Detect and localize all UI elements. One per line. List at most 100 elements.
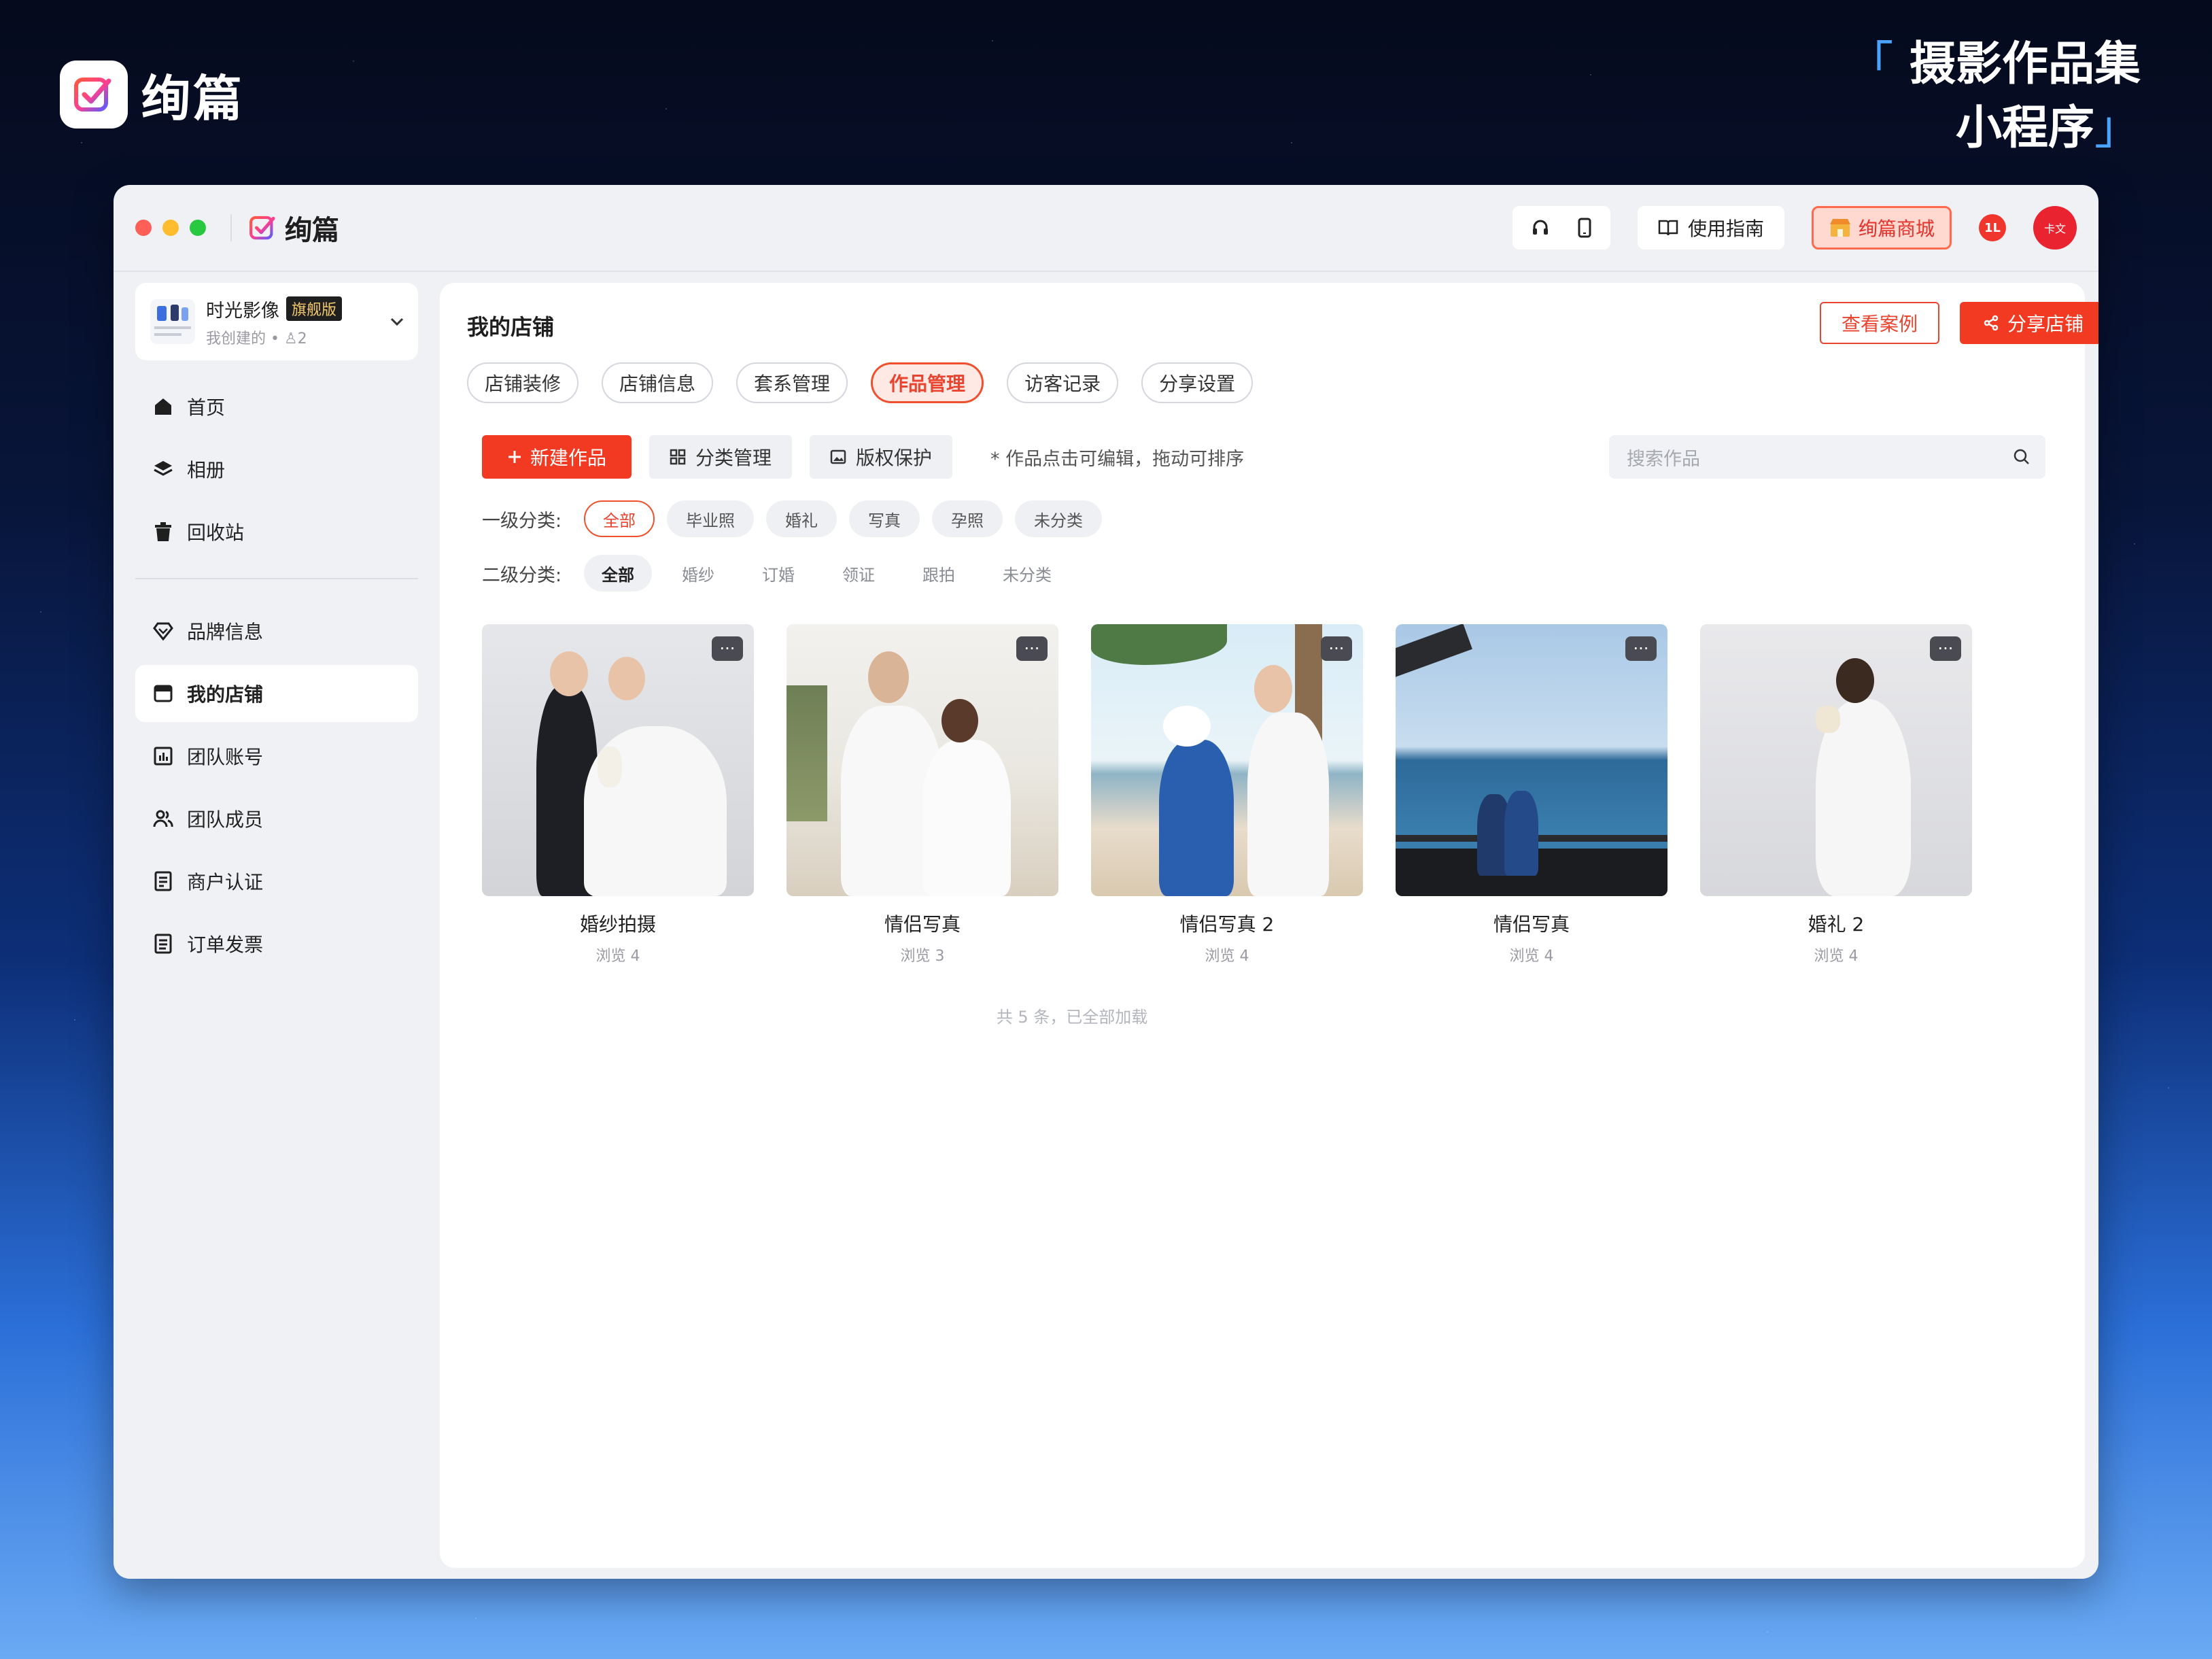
titlebar-actions: 使用指南 绚篇商城 1L 卡文 (1512, 206, 2077, 250)
sidebar-item-home[interactable]: 首页 (135, 378, 418, 435)
search-works-input[interactable]: 搜索作品 (1609, 435, 2045, 479)
secondary-chip-wedding-dress[interactable]: 婚纱 (664, 555, 732, 592)
more-options-button[interactable]: ··· (1930, 636, 1961, 661)
tab-store-decoration[interactable]: 店铺装修 (467, 362, 579, 403)
user-guide-button[interactable]: 使用指南 (1637, 206, 1784, 250)
work-card[interactable]: ··· 婚纱拍摄 浏览 4 (482, 624, 754, 965)
sidebar-item-team-account[interactable]: 团队账号 (135, 728, 418, 785)
primary-filter-label: 一级分类: (482, 510, 562, 532)
sidebar-item-trash[interactable]: 回收站 (135, 503, 418, 560)
work-card[interactable]: ··· 情侣写真 2 浏览 4 (1091, 624, 1363, 965)
tab-store-info[interactable]: 店铺信息 (602, 362, 714, 403)
close-bracket: 」 (2094, 101, 2141, 155)
tab-visitor-records[interactable]: 访客记录 (1007, 362, 1119, 403)
tab-package-management[interactable]: 套系管理 (736, 362, 848, 403)
app-logo-icon (249, 216, 275, 240)
titlebar-brand: 绚篇 (248, 208, 339, 247)
sidebar-item-team-members[interactable]: 团队成员 (135, 790, 418, 847)
minimize-window-button[interactable] (162, 220, 179, 236)
copyright-protection-button[interactable]: 版权保护 (810, 435, 953, 479)
grid-icon (670, 449, 686, 465)
work-card[interactable]: ··· 婚礼 2 浏览 4 (1700, 624, 1972, 965)
work-title: 情侣写真 (884, 913, 961, 936)
titlebar: 绚篇 使用指南 绚篇商城 1L 卡文 (114, 185, 2098, 272)
work-title: 婚礼 2 (1808, 913, 1865, 936)
tab-share-settings[interactable]: 分享设置 (1141, 362, 1254, 403)
sidebar-item-merchant-verify[interactable]: 商户认证 (135, 853, 418, 910)
titlebar-divider (230, 214, 232, 241)
work-title: 婚纱拍摄 (579, 913, 656, 936)
sidebar-item-label: 相册 (187, 459, 226, 481)
new-work-label: 新建作品 (530, 447, 606, 469)
sidebar-item-brand-info[interactable]: 品牌信息 (135, 602, 418, 660)
store-thumbnail (150, 299, 195, 344)
app-window: 绚篇 使用指南 绚篇商城 1L 卡文 时光影像 旗舰版 我创建的 • ♙2 首页… (114, 185, 2098, 1579)
secondary-chip-uncategorized[interactable]: 未分类 (985, 555, 1069, 592)
mobile-preview-icon[interactable] (1576, 218, 1593, 238)
app-name: 绚篇 (285, 215, 339, 246)
mall-button[interactable]: 绚篇商城 (1811, 206, 1952, 250)
work-photo: ··· (787, 624, 1058, 896)
primary-chip-uncategorized[interactable]: 未分类 (1015, 500, 1102, 537)
user-avatar[interactable]: 卡文 (2033, 206, 2077, 250)
sidebar-item-order-invoice[interactable]: 订单发票 (135, 915, 418, 972)
work-views: 浏览 4 (1814, 948, 1859, 965)
image-protect-icon (830, 449, 846, 464)
secondary-chip-marriage-cert[interactable]: 领证 (825, 555, 893, 592)
primary-chip-graduation[interactable]: 毕业照 (667, 500, 754, 537)
work-photo: ··· (1700, 624, 1972, 896)
support-device-group (1512, 206, 1610, 250)
store-switcher[interactable]: 时光影像 旗舰版 我创建的 • ♙2 (135, 283, 418, 360)
layers-icon (152, 458, 175, 481)
work-views: 浏览 4 (595, 948, 640, 965)
works-grid: ··· 婚纱拍摄 浏览 4 ··· 情侣写真 浏览 3 ··· 情侣写真 2 浏… (482, 624, 1972, 965)
page-title: 我的店铺 (467, 314, 555, 340)
sidebar-item-my-store[interactable]: 我的店铺 (135, 665, 418, 722)
secondary-filter-label: 二级分类: (482, 564, 562, 586)
sidebar-item-label: 团队成员 (187, 808, 264, 831)
category-management-button[interactable]: 分类管理 (649, 435, 793, 479)
sidebar-divider (135, 578, 418, 579)
store-name: 时光影像 (206, 300, 279, 322)
search-placeholder: 搜索作品 (1627, 448, 1700, 470)
primary-chip-maternity[interactable]: 孕照 (932, 500, 1003, 537)
work-views: 浏览 4 (1509, 948, 1554, 965)
shop-icon (1829, 219, 1850, 237)
tab-works-management[interactable]: 作品管理 (871, 362, 984, 403)
new-work-button[interactable]: 新建作品 (482, 435, 632, 479)
primary-chip-portrait[interactable]: 写真 (849, 500, 920, 537)
open-bracket: 「 (1847, 37, 1894, 91)
notification-badge[interactable]: 1L (1979, 214, 2006, 241)
book-icon (1658, 220, 1678, 236)
sidebar-item-label: 品牌信息 (187, 621, 264, 643)
secondary-chip-all[interactable]: 全部 (584, 555, 652, 592)
edit-hint: * 作品点击可编辑，拖动可排序 (990, 448, 1245, 470)
more-options-button[interactable]: ··· (712, 636, 743, 661)
share-store-button[interactable]: 分享店铺 (1960, 302, 2098, 344)
window-controls (135, 220, 206, 236)
brand-logo-icon (60, 60, 128, 129)
work-title: 情侣写真 2 (1179, 913, 1275, 936)
headset-icon[interactable] (1530, 218, 1551, 238)
sidebar-item-albums[interactable]: 相册 (135, 441, 418, 498)
trash-icon (152, 520, 175, 543)
secondary-chip-engagement[interactable]: 订婚 (744, 555, 812, 592)
primary-chip-wedding[interactable]: 婚礼 (766, 500, 837, 537)
work-card[interactable]: ··· 情侣写真 浏览 3 (787, 624, 1058, 965)
close-window-button[interactable] (135, 220, 152, 236)
more-options-button[interactable]: ··· (1321, 636, 1352, 661)
search-icon[interactable] (2013, 448, 2030, 466)
share-icon (1984, 315, 1999, 331)
more-options-button[interactable]: ··· (1016, 636, 1048, 661)
works-toolbar: 新建作品 分类管理 版权保护 * 作品点击可编辑，拖动可排序 (482, 435, 1244, 479)
more-options-button[interactable]: ··· (1625, 636, 1657, 661)
work-card[interactable]: ··· 情侣写真 浏览 4 (1396, 624, 1667, 965)
view-cases-button[interactable]: 查看案例 (1820, 302, 1939, 344)
work-views: 浏览 4 (1205, 948, 1249, 965)
primary-chip-all[interactable]: 全部 (584, 500, 655, 537)
sidebar-item-label: 我的店铺 (187, 683, 264, 706)
secondary-chip-follow-shoot[interactable]: 跟拍 (905, 555, 973, 592)
chart-icon (152, 745, 175, 768)
maximize-window-button[interactable] (190, 220, 206, 236)
work-photo: ··· (1396, 624, 1667, 896)
